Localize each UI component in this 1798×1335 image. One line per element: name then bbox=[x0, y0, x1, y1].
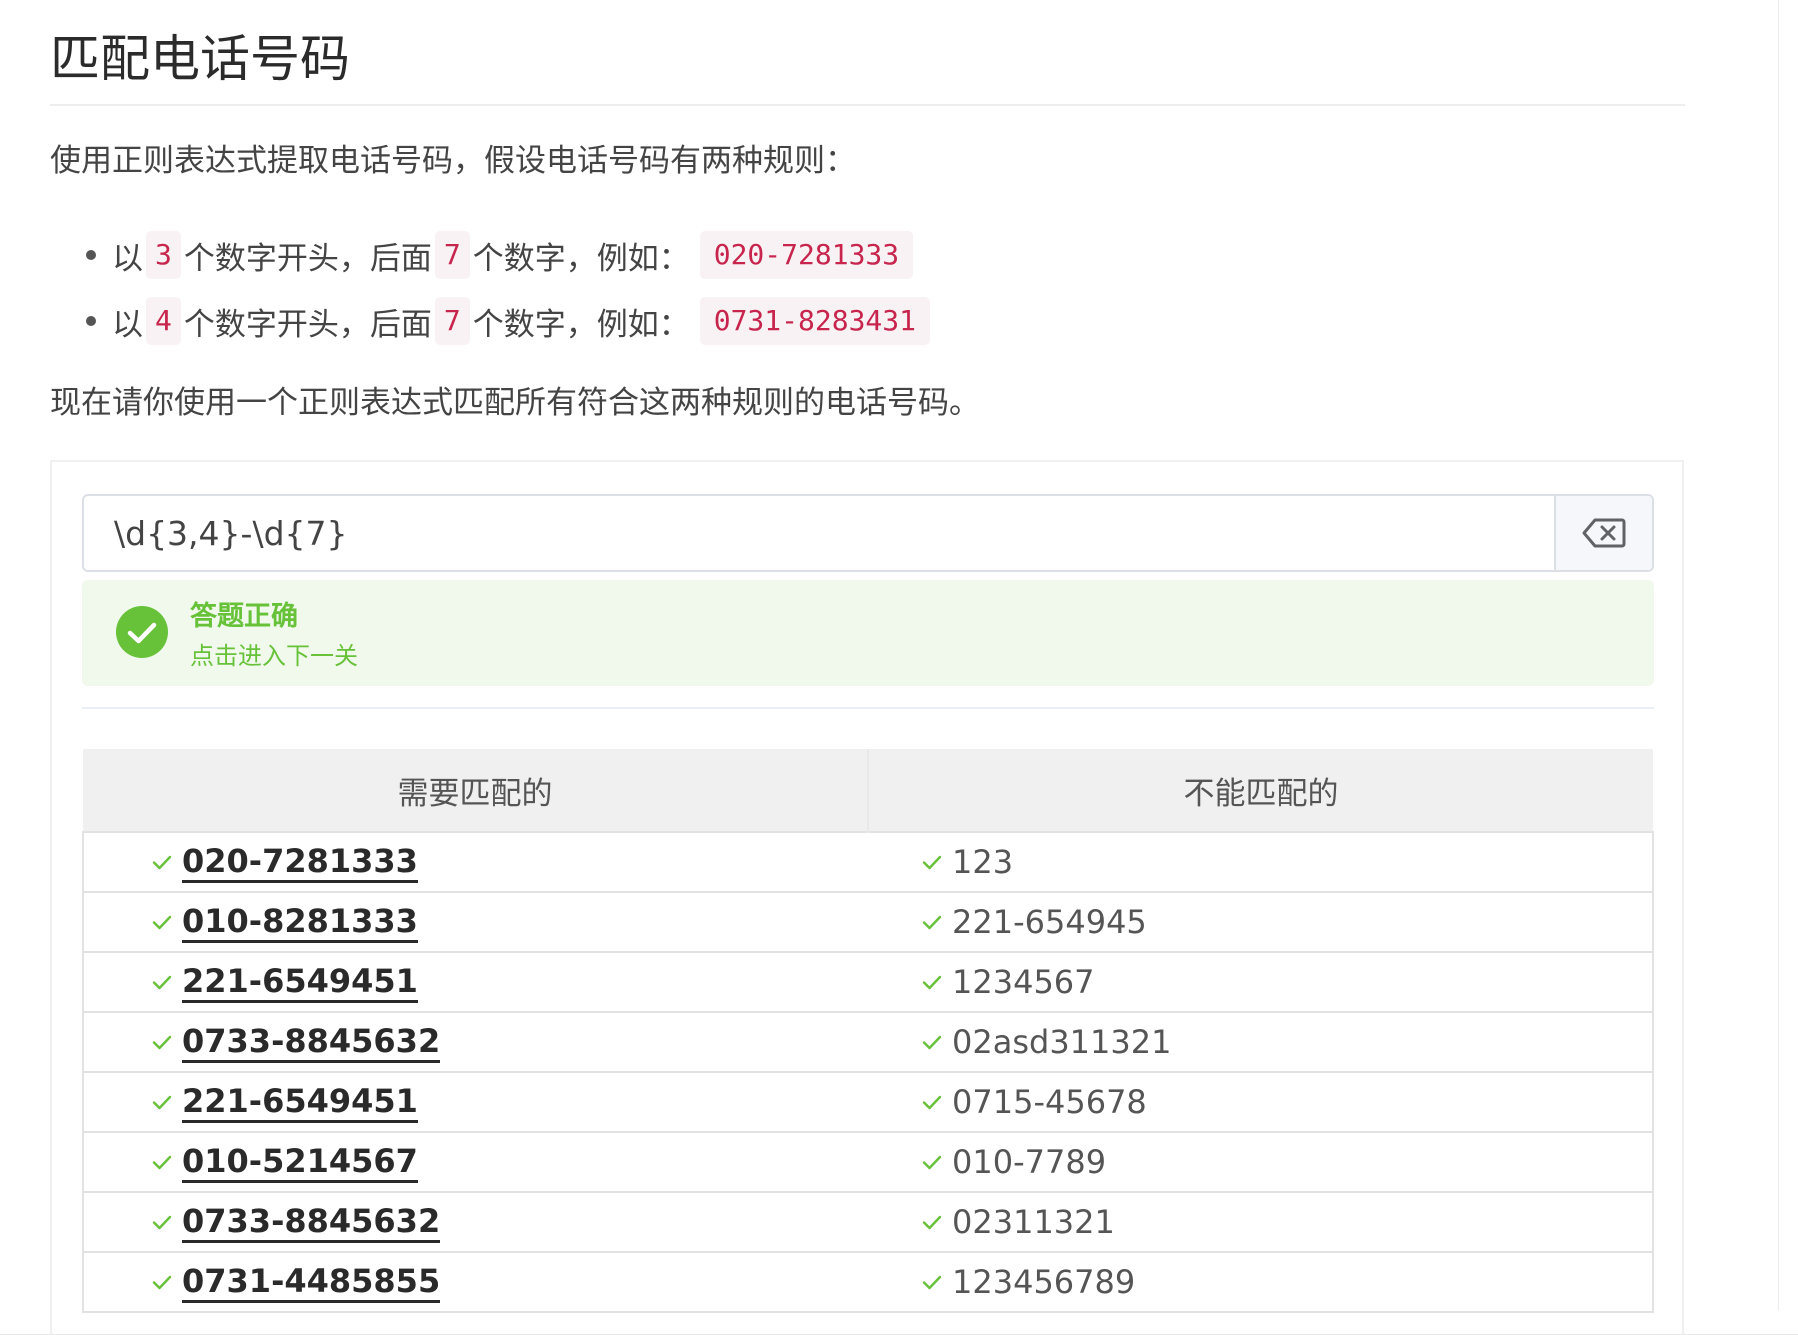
rule-prefix: 以 bbox=[112, 240, 143, 277]
nomatch-cell: 0715-45678 bbox=[868, 1071, 1654, 1132]
table-row: 221-6549451 0715-45678 bbox=[82, 1071, 1654, 1132]
nomatch-value: 123456789 bbox=[952, 1263, 1136, 1301]
check-icon bbox=[922, 855, 942, 870]
rule-middle: 个数字开头，后面 bbox=[183, 240, 432, 277]
match-value: 020-7281333 bbox=[182, 842, 418, 883]
check-icon bbox=[922, 975, 942, 990]
bullet-icon bbox=[86, 250, 96, 260]
result-title: 答题正确 bbox=[190, 601, 298, 632]
content-edge-divider bbox=[1778, 0, 1779, 1310]
check-icon bbox=[922, 1095, 942, 1110]
rule-digit-count: 4 bbox=[146, 297, 181, 345]
table-row: 010-5214567 010-7789 bbox=[82, 1131, 1654, 1192]
rule-suffix: 个数字，例如： bbox=[472, 306, 690, 343]
rule-example: 020-7281333 bbox=[699, 231, 914, 279]
title-divider bbox=[50, 104, 1685, 106]
check-icon bbox=[152, 1155, 172, 1170]
test-case-table: 需要匹配的 不能匹配的 020-7281333 123 010-8281333 bbox=[82, 749, 1654, 1313]
rule-rest-count: 7 bbox=[434, 297, 470, 345]
check-circle-icon bbox=[116, 606, 168, 658]
rule-rest-count: 7 bbox=[434, 231, 470, 279]
regex-input-group bbox=[82, 494, 1654, 572]
nomatch-value: 02asd311321 bbox=[952, 1023, 1172, 1061]
nomatch-value: 02311321 bbox=[952, 1203, 1115, 1241]
table-row: 0733-8845632 02asd311321 bbox=[82, 1011, 1654, 1072]
nomatch-cell: 123 bbox=[868, 831, 1654, 892]
check-icon bbox=[152, 1095, 172, 1110]
rule-example: 0731-8283431 bbox=[699, 297, 931, 345]
check-icon bbox=[922, 1215, 942, 1230]
nomatch-value: 123 bbox=[952, 843, 1014, 881]
nomatch-value: 1234567 bbox=[952, 963, 1095, 1001]
match-value: 0733-8845632 bbox=[182, 1022, 441, 1063]
check-icon bbox=[922, 1035, 942, 1050]
nomatch-cell: 123456789 bbox=[868, 1251, 1654, 1313]
nomatch-value: 221-654945 bbox=[952, 903, 1147, 941]
match-value: 010-8281333 bbox=[182, 902, 418, 943]
next-level-link[interactable]: 点击进入下一关 bbox=[190, 636, 358, 671]
rule-suffix: 个数字，例如： bbox=[472, 240, 690, 277]
table-row: 0731-4485855 123456789 bbox=[82, 1251, 1654, 1313]
bullet-icon bbox=[86, 316, 96, 326]
nomatch-cell: 02asd311321 bbox=[868, 1011, 1654, 1072]
table-row: 0733-8845632 02311321 bbox=[82, 1191, 1654, 1252]
match-value: 221-6549451 bbox=[182, 1082, 418, 1123]
rule-digit-count: 3 bbox=[146, 231, 181, 279]
match-value: 0731-4485855 bbox=[182, 1262, 441, 1303]
check-icon bbox=[152, 915, 172, 930]
clear-button[interactable] bbox=[1554, 496, 1652, 570]
match-cell: 010-5214567 bbox=[82, 1131, 868, 1192]
task-text: 现在请你使用一个正则表达式匹配所有符合这两种规则的电话号码。 bbox=[50, 385, 980, 421]
check-icon bbox=[152, 1275, 172, 1290]
nomatch-value: 010-7789 bbox=[952, 1143, 1107, 1181]
check-icon bbox=[922, 915, 942, 930]
table-header-row: 需要匹配的 不能匹配的 bbox=[83, 749, 1653, 832]
rule-item: 以 3 个数字开头，后面 7 个数字，例如： 020-7281333 bbox=[84, 222, 933, 288]
section-divider bbox=[82, 707, 1654, 709]
check-icon bbox=[152, 855, 172, 870]
rule-prefix: 以 bbox=[112, 306, 143, 343]
nomatch-value: 0715-45678 bbox=[952, 1083, 1147, 1121]
result-alert: 答题正确 点击进入下一关 bbox=[82, 580, 1654, 686]
match-cell: 0733-8845632 bbox=[82, 1011, 868, 1072]
nomatch-cell: 1234567 bbox=[868, 951, 1654, 1012]
check-icon bbox=[152, 1215, 172, 1230]
check-icon bbox=[922, 1155, 942, 1170]
table-body: 020-7281333 123 010-8281333 221-654945 2… bbox=[82, 831, 1654, 1313]
nomatch-cell: 02311321 bbox=[868, 1191, 1654, 1252]
match-cell: 221-6549451 bbox=[82, 1071, 868, 1132]
match-value: 010-5214567 bbox=[182, 1142, 418, 1183]
page: 匹配电话号码 使用正则表达式提取电话号码，假设电话号码有两种规则： 以 3 个数… bbox=[0, 0, 1798, 1335]
match-cell: 0733-8845632 bbox=[82, 1191, 868, 1252]
rule-middle: 个数字开头，后面 bbox=[183, 306, 432, 343]
header-should-not-match: 不能匹配的 bbox=[868, 749, 1653, 832]
match-value: 221-6549451 bbox=[182, 962, 418, 1003]
check-icon bbox=[922, 1275, 942, 1290]
check-icon bbox=[152, 1035, 172, 1050]
rule-list: 以 3 个数字开头，后面 7 个数字，例如： 020-7281333 以 4 个… bbox=[84, 222, 933, 354]
table-row: 010-8281333 221-654945 bbox=[82, 891, 1654, 952]
header-should-match: 需要匹配的 bbox=[83, 749, 869, 832]
check-icon bbox=[152, 975, 172, 990]
intro-text: 使用正则表达式提取电话号码，假设电话号码有两种规则： bbox=[50, 143, 856, 179]
match-cell: 020-7281333 bbox=[82, 831, 868, 892]
regex-input[interactable] bbox=[84, 496, 1554, 570]
match-cell: 010-8281333 bbox=[82, 891, 868, 952]
nomatch-cell: 010-7789 bbox=[868, 1131, 1654, 1192]
backspace-icon bbox=[1582, 518, 1626, 548]
page-title: 匹配电话号码 bbox=[50, 30, 350, 88]
match-value: 0733-8845632 bbox=[182, 1202, 441, 1243]
nomatch-cell: 221-654945 bbox=[868, 891, 1654, 952]
table-row: 020-7281333 123 bbox=[82, 831, 1654, 892]
table-row: 221-6549451 1234567 bbox=[82, 951, 1654, 1012]
match-cell: 221-6549451 bbox=[82, 951, 868, 1012]
match-cell: 0731-4485855 bbox=[82, 1251, 868, 1313]
rule-item: 以 4 个数字开头，后面 7 个数字，例如： 0731-8283431 bbox=[84, 288, 933, 354]
